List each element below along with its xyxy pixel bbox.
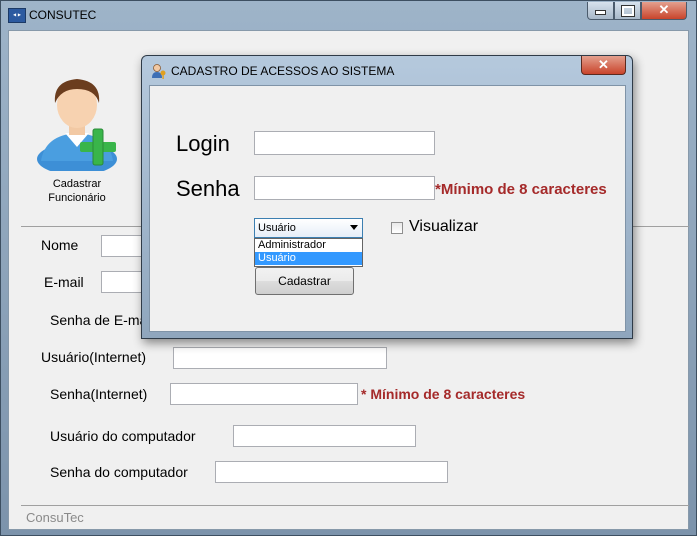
senha-email-label: Senha de E-mail xyxy=(50,312,154,328)
senha-internet-input[interactable] xyxy=(170,383,358,405)
footer-brand: ConsuTec xyxy=(26,510,84,525)
usuario-computador-input[interactable] xyxy=(233,425,416,447)
nome-label: Nome xyxy=(41,237,79,253)
dialog-title: CADASTRO DE ACESSOS AO SISTEMA xyxy=(171,64,395,78)
login-input[interactable] xyxy=(254,131,435,155)
dialog-client-area: Login Senha *Mínimo de 8 caracteres Usuá… xyxy=(149,85,626,332)
role-option-administrador[interactable]: Administrador xyxy=(255,239,362,252)
cadastrar-label-line1: Cadastrar xyxy=(52,178,102,190)
senha-input[interactable] xyxy=(254,176,435,200)
chevron-down-icon xyxy=(350,225,358,230)
role-dropdown-list[interactable]: Administrador Usuário xyxy=(254,238,363,267)
close-icon: ✕ xyxy=(658,2,670,17)
usuario-internet-input[interactable] xyxy=(173,347,387,369)
user-key-icon xyxy=(152,64,166,79)
main-titlebar[interactable]: ◂▸ CONSUTEC ✕ xyxy=(1,1,696,29)
close-icon: ✕ xyxy=(598,57,609,72)
minimize-button[interactable] xyxy=(587,2,614,20)
cadastro-acessos-dialog: CADASTRO DE ACESSOS AO SISTEMA ✕ Login S… xyxy=(141,55,633,339)
cadastrar-label-line2: Funcionário xyxy=(48,192,106,204)
usuario-internet-label: Usuário(Internet) xyxy=(41,349,147,365)
senha-computador-input[interactable] xyxy=(215,461,448,483)
role-option-usuario[interactable]: Usuário xyxy=(255,252,362,265)
close-button[interactable]: ✕ xyxy=(641,2,687,20)
cadastrar-funcionario-label[interactable]: Cadastrar Funcionário xyxy=(29,177,125,205)
window-title: CONSUTEC xyxy=(29,8,97,22)
maximize-icon xyxy=(620,5,635,17)
visualizar-label[interactable]: Visualizar xyxy=(409,218,478,236)
email-label: E-mail xyxy=(44,274,84,290)
minimize-icon xyxy=(595,10,606,15)
role-select-value: Usuário xyxy=(258,222,296,234)
maximize-button[interactable] xyxy=(614,2,641,20)
bottom-divider xyxy=(21,505,689,506)
login-label: Login xyxy=(176,131,230,156)
role-select[interactable]: Usuário xyxy=(254,218,363,238)
senha-computador-label: Senha do computador xyxy=(50,464,188,480)
usuario-computador-label: Usuário do computador xyxy=(50,428,196,444)
app-icon: ◂▸ xyxy=(8,8,26,23)
senha-internet-label: Senha(Internet) xyxy=(50,386,148,402)
cadastrar-button[interactable]: Cadastrar xyxy=(255,267,354,295)
dialog-close-button[interactable]: ✕ xyxy=(581,56,626,75)
senha-warning: *Mínimo de 8 caracteres xyxy=(435,181,607,198)
add-user-icon[interactable] xyxy=(35,73,129,171)
visualizar-checkbox[interactable] xyxy=(391,222,403,234)
senha-internet-warning: * Mínimo de 8 caracteres xyxy=(361,386,526,402)
senha-label: Senha xyxy=(176,176,240,201)
